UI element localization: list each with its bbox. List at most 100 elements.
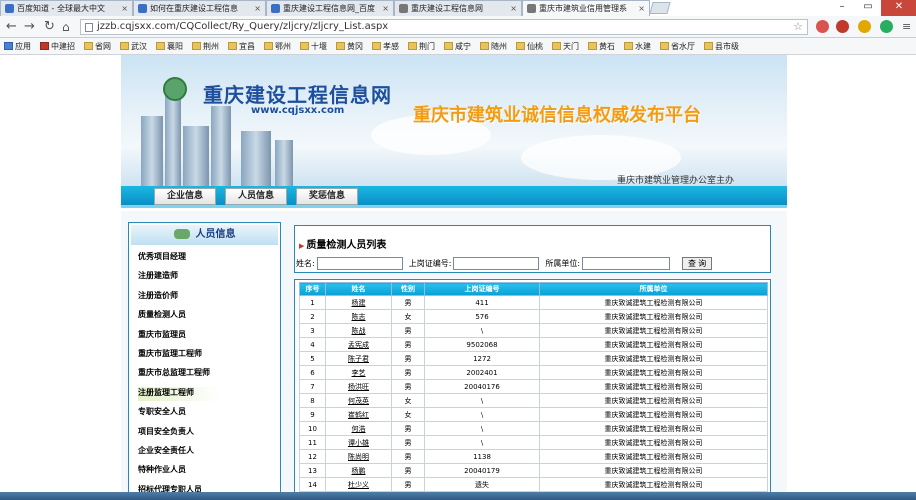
back-icon[interactable]: ←: [6, 19, 17, 35]
folder-icon: [480, 42, 489, 50]
bookmark-folder[interactable]: 荆州: [192, 41, 219, 52]
cell-unit: 重庆致诚建筑工程检测有限公司: [539, 323, 768, 338]
cell-name[interactable]: 谭小雄: [325, 435, 392, 450]
cell-name[interactable]: 陈子君: [325, 351, 392, 366]
site-logo-icon: [163, 77, 187, 101]
maximize-button[interactable]: ▭: [855, 0, 881, 16]
close-window-button[interactable]: ✕: [881, 0, 916, 16]
extension-icon[interactable]: [816, 20, 829, 33]
name-input[interactable]: [316, 257, 403, 270]
bookmark-folder[interactable]: 黄石: [588, 41, 615, 52]
sidebar-item[interactable]: 专职安全人员: [138, 406, 186, 420]
site-banner: 重庆建设工程信息网 www.cqjsxx.com 重庆市建筑业诚信信息权威发布平…: [121, 55, 787, 186]
cell-name[interactable]: 杜少义: [325, 477, 392, 492]
bookmark-folder[interactable]: 咸宁: [444, 41, 471, 52]
bookmark-folder[interactable]: 省网: [84, 41, 111, 52]
extension-icon[interactable]: [880, 20, 893, 33]
cell-name[interactable]: 陈志: [325, 309, 392, 324]
table-row: 6 李艺男 2002401 重庆致诚建筑工程检测有限公司: [299, 365, 768, 380]
bookmark-folder[interactable]: 孝感: [372, 41, 399, 52]
cell-name[interactable]: 何茂英: [325, 393, 392, 408]
tab-strip: 百度知道 - 全球最大中文 × 如何在重庆建设工程信息 × 重庆建设工程信息网_百度…: [0, 0, 916, 16]
sidebar-item[interactable]: 特种作业人员: [138, 464, 186, 478]
folder-icon: [408, 42, 417, 50]
cell-name[interactable]: 杨鹏: [325, 463, 392, 478]
browser-tab[interactable]: 百度知道 - 全球最大中文 ×: [0, 0, 133, 16]
url-input[interactable]: jzzb.cqjsxx.com/CQCollect/Ry_Query/zljcr…: [80, 19, 808, 35]
bookmark-folder[interactable]: 仙桃: [516, 41, 543, 52]
cell-name[interactable]: 崔鹤红: [325, 407, 392, 422]
nav-rewards-button[interactable]: 奖惩信息: [296, 188, 358, 205]
forward-icon[interactable]: →: [24, 19, 35, 35]
cell-name[interactable]: 杨洪旺: [325, 379, 392, 394]
site-logo-title: 重庆建设工程信息网: [203, 83, 392, 107]
sidebar-item[interactable]: 注册建造师: [138, 270, 178, 284]
bookmark-folder[interactable]: 荆门: [408, 41, 435, 52]
sidebar-item[interactable]: 重庆市监理工程师: [138, 348, 202, 362]
bookmark-folder[interactable]: 十堰: [300, 41, 327, 52]
cell-unit: 重庆致诚建筑工程检测有限公司: [539, 365, 768, 380]
col-header-gender: 性别: [391, 282, 425, 296]
cell-index: 2: [299, 309, 326, 324]
close-tab-icon[interactable]: ×: [638, 4, 645, 13]
bookmark-folder[interactable]: 黄冈: [336, 41, 363, 52]
cell-name[interactable]: 孟宪成: [325, 337, 392, 352]
table-row: 5 陈子君男 1272 重庆致诚建筑工程检测有限公司: [299, 351, 768, 366]
bookmark-folder[interactable]: 天门: [552, 41, 579, 52]
bookmark-folder[interactable]: 武汉: [120, 41, 147, 52]
nav-enterprise-button[interactable]: 企业信息: [154, 188, 216, 205]
col-header-unit: 所属单位: [539, 282, 768, 296]
browser-tab-active[interactable]: 重庆市建筑业信用管理系 ×: [522, 0, 650, 16]
cell-name[interactable]: 陈尚明: [325, 449, 392, 464]
close-tab-icon[interactable]: ×: [382, 4, 389, 13]
search-button[interactable]: 查 询: [682, 257, 713, 270]
site-slogan: 重庆市建筑业诚信信息权威发布平台: [413, 105, 701, 126]
cell-unit: 重庆致诚建筑工程检测有限公司: [539, 337, 768, 352]
cell-name[interactable]: 杨建: [325, 295, 392, 310]
browser-tab[interactable]: 重庆建设工程信息网 ×: [394, 0, 522, 16]
bookmark-folder[interactable]: 襄阳: [156, 41, 183, 52]
extension-icon[interactable]: [836, 20, 849, 33]
sidebar-item[interactable]: 质量检测人员: [138, 309, 186, 323]
home-icon[interactable]: ⌂: [62, 19, 70, 35]
address-bar-row: ← → ↻ ⌂ jzzb.cqjsxx.com/CQCollect/Ry_Que…: [0, 16, 916, 38]
cell-gender: 男: [391, 463, 425, 478]
sidebar-item[interactable]: 项目安全负责人: [138, 426, 194, 440]
people-icon: [173, 229, 190, 239]
sidebar-item[interactable]: 企业安全责任人: [138, 445, 194, 459]
bookmark-folder[interactable]: 县市级: [704, 41, 739, 52]
extension-icon[interactable]: [858, 20, 871, 33]
close-tab-icon[interactable]: ×: [510, 4, 517, 13]
cell-index: 3: [299, 323, 326, 338]
bookmark-folder[interactable]: 鄂州: [264, 41, 291, 52]
folder-icon: [588, 42, 597, 50]
bookmark[interactable]: 中建招: [40, 41, 75, 52]
sidebar-item[interactable]: 注册造价师: [138, 290, 178, 304]
cell-name[interactable]: 何浩: [325, 421, 392, 436]
unit-input[interactable]: [582, 257, 671, 270]
bookmark-folder[interactable]: 宜昌: [228, 41, 255, 52]
bookmark-star-icon[interactable]: ☆: [793, 20, 803, 34]
sidebar-item[interactable]: 重庆市总监理工程师: [138, 367, 210, 381]
browser-tab[interactable]: 重庆建设工程信息网_百度 ×: [266, 0, 394, 16]
bookmark-apps[interactable]: 应用: [4, 41, 31, 52]
sidebar-item[interactable]: 重庆市监理员: [138, 329, 186, 343]
cell-gender: 男: [391, 477, 425, 492]
sidebar-item-selected[interactable]: 注册监理工程师: [138, 387, 220, 401]
bookmark-folder[interactable]: 省水厅: [660, 41, 695, 52]
minimize-button[interactable]: –: [829, 0, 855, 16]
reload-icon[interactable]: ↻: [44, 19, 55, 35]
browser-tab[interactable]: 如何在重庆建设工程信息 ×: [133, 0, 266, 16]
close-tab-icon[interactable]: ×: [121, 4, 128, 13]
close-tab-icon[interactable]: ×: [254, 4, 261, 13]
nav-personnel-button[interactable]: 人员信息: [225, 188, 287, 205]
menu-icon[interactable]: ≡: [902, 20, 911, 33]
cert-number-input[interactable]: [453, 257, 540, 270]
cell-unit: 重庆致诚建筑工程检测有限公司: [539, 379, 768, 394]
cell-name[interactable]: 李艺: [325, 365, 392, 380]
sidebar-item[interactable]: 优秀项目经理: [138, 251, 186, 265]
bookmark-folder[interactable]: 水建: [624, 41, 651, 52]
new-tab-button[interactable]: [649, 2, 671, 14]
cell-name[interactable]: 陈战: [325, 323, 392, 338]
bookmark-folder[interactable]: 随州: [480, 41, 507, 52]
